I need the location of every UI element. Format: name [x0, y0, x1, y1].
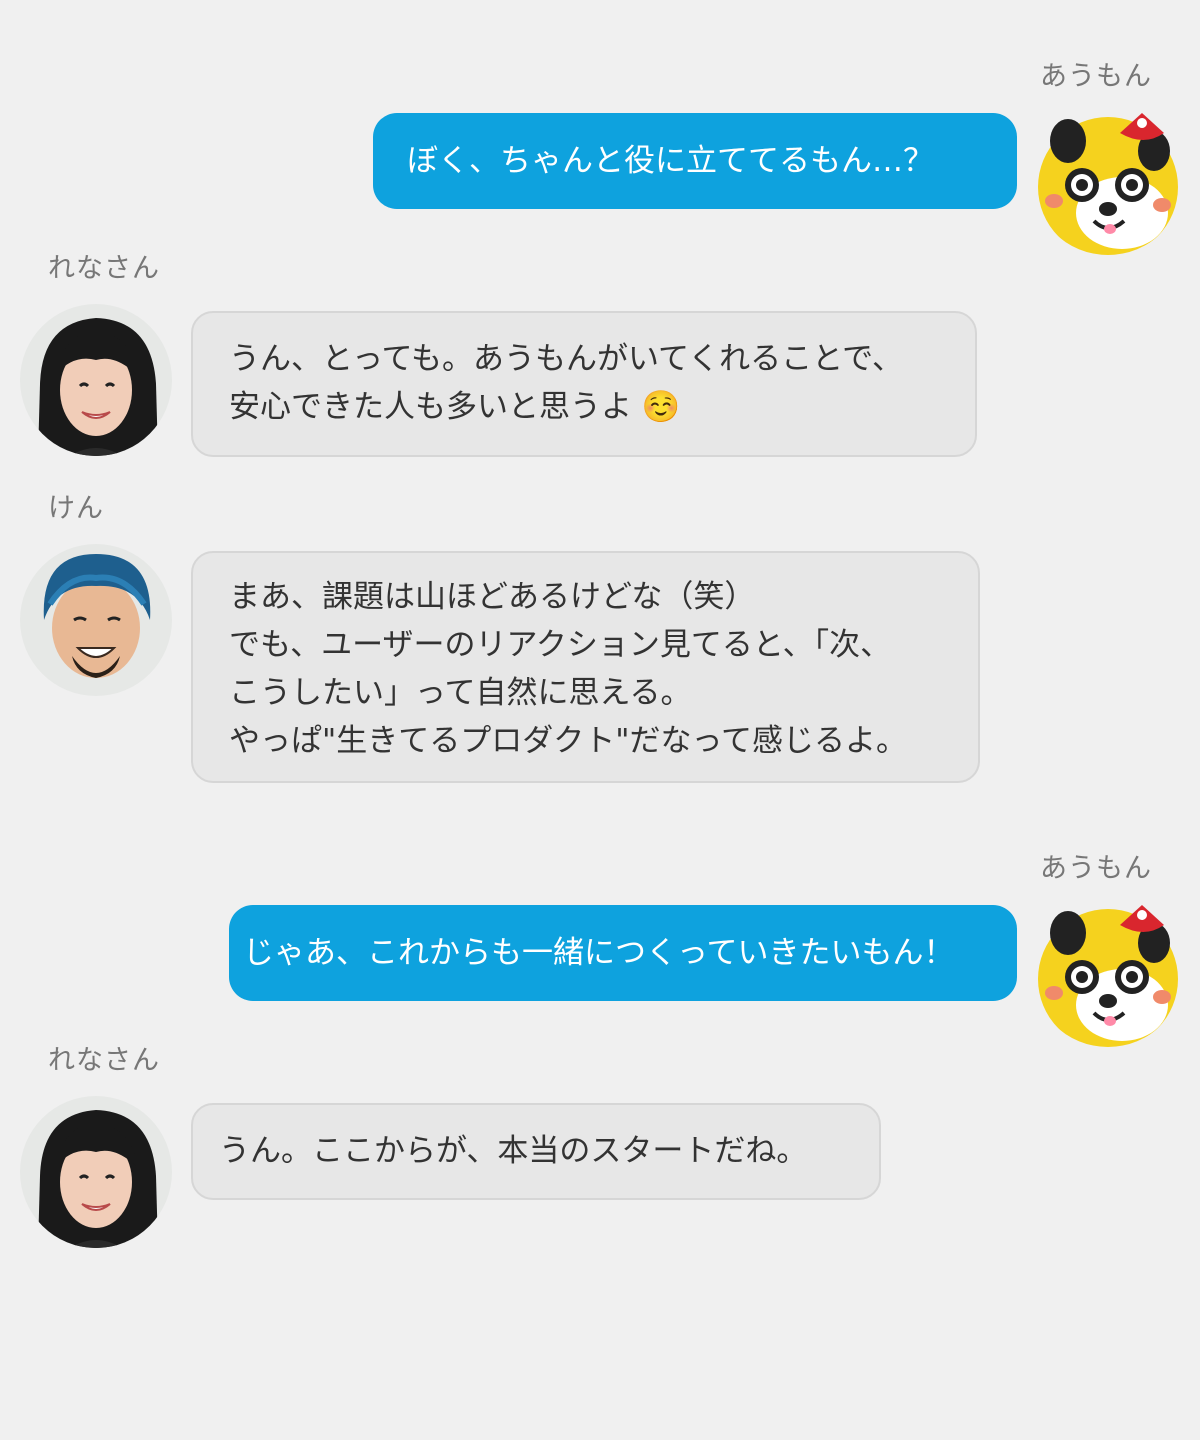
chat-transcript: あうもん ぼく、ちゃんと役に立ててるもん…？ れなさん うん、とっても。あうもん… [0, 0, 1200, 1440]
rena-avatar[interactable] [20, 1096, 172, 1248]
sender-name: あうもん [1040, 61, 1152, 92]
sender-name: けん [48, 493, 104, 524]
sender-name: れなさん [48, 253, 160, 284]
message-bubble-outgoing: じゃあ、これからも一緒につくっていきたいもん！ [229, 905, 1017, 1001]
message-bubble-incoming: うん。ここからが、本当のスタートだね。 [191, 1103, 881, 1200]
message-text: うん。ここからが、本当のスタートだね。 [219, 1133, 808, 1169]
message-bubble-outgoing: ぼく、ちゃんと役に立ててるもん…？ [373, 113, 1017, 209]
message-text: 安心できた人も多いと思うよ ☺️ [229, 389, 681, 425]
message-text: うん、とっても。あうもんがいてくれることで、 [229, 341, 903, 377]
message-text: やっぱ"生きてるプロダクト"だなって感じるよ。 [229, 723, 907, 759]
ken-avatar[interactable] [20, 544, 172, 696]
message-text: ぼく、ちゃんと役に立ててるもん…？ [407, 143, 934, 179]
message-bubble-incoming: まあ、課題は山ほどあるけどな（笑） でも、ユーザーのリアクション見てると、「次、… [191, 551, 980, 783]
message-text: こうしたい」って自然に思える。 [229, 675, 692, 711]
aumon-mascot-avatar[interactable] [1032, 895, 1184, 1047]
message-text: じゃあ、これからも一緒につくっていきたいもん！ [243, 935, 955, 971]
message-text: まあ、課題は山ほどあるけどな（笑） [229, 579, 756, 615]
rena-avatar[interactable] [20, 304, 172, 456]
message-bubble-incoming: うん、とっても。あうもんがいてくれることで、 安心できた人も多いと思うよ ☺️ [191, 311, 977, 457]
aumon-mascot-avatar[interactable] [1032, 103, 1184, 255]
message-text: でも、ユーザーのリアクション見てると、「次、 [229, 627, 892, 663]
sender-name: れなさん [48, 1045, 160, 1076]
sender-name: あうもん [1040, 853, 1152, 884]
